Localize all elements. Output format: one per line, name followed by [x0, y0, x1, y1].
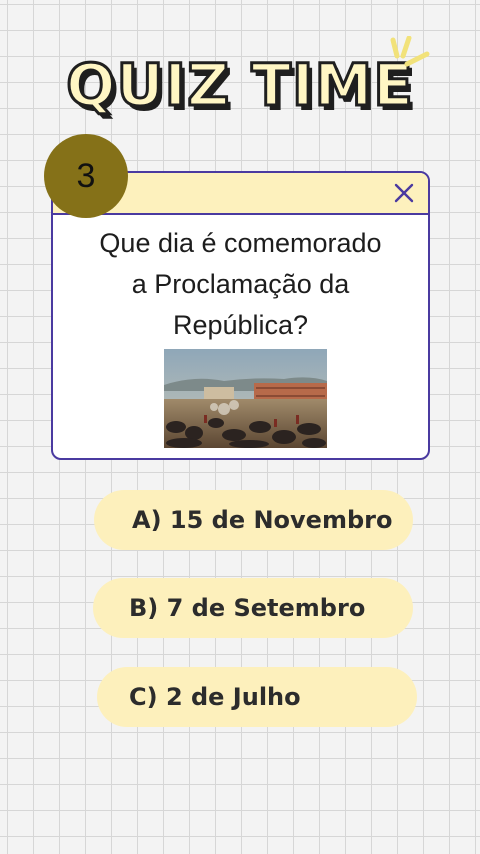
question-text: Que dia é comemorado a Proclamação da Re…	[99, 228, 382, 340]
answer-label: B) 7 de Setembro	[129, 594, 366, 622]
sparkle-icon	[390, 36, 430, 67]
question-card: Que dia é comemorado a Proclamação da Re…	[51, 171, 430, 460]
answer-label: C) 2 de Julho	[129, 683, 301, 711]
answer-option-b[interactable]: B) 7 de Setembro	[93, 578, 413, 638]
answer-option-a[interactable]: A) 15 de Novembro	[94, 490, 413, 550]
close-icon[interactable]	[390, 179, 418, 207]
answer-option-c[interactable]: C) 2 de Julho	[97, 667, 417, 727]
republic-painting-image	[164, 349, 327, 448]
answer-label: A) 15 de Novembro	[132, 506, 393, 534]
question-number-badge: 3	[44, 134, 128, 218]
